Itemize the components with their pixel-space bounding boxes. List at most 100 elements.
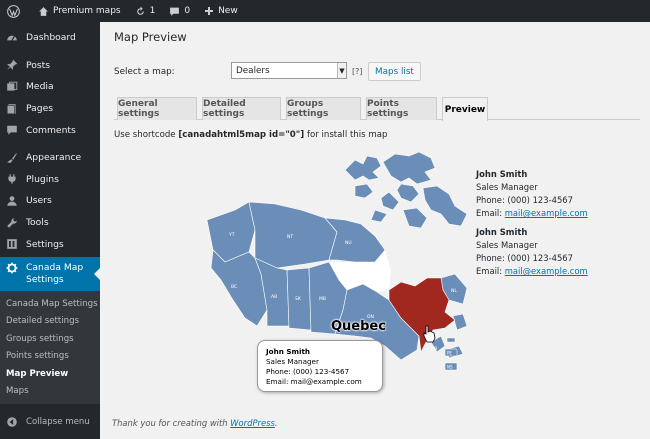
new-label: New [218, 6, 238, 16]
province-label-yt: YT [228, 232, 235, 238]
province-label-nl: NL [451, 288, 457, 294]
contact-title: Sales Manager [476, 240, 538, 250]
admin-sidebar: Dashboard Posts Media Pages Comments App… [0, 22, 100, 439]
map-region [370, 209, 388, 223]
new-content-link[interactable]: New [197, 0, 245, 22]
province-label-nu: NU [345, 240, 352, 246]
shortcode-value: [canadahtml5map id="0"] [178, 130, 305, 140]
updates-link[interactable]: 1 [128, 0, 163, 22]
map-region-pe [446, 337, 456, 343]
comments-count: 0 [184, 6, 191, 16]
contacts-panel: John Smith Sales Manager Phone: (000) 12… [476, 168, 588, 284]
pin-icon [6, 59, 18, 71]
submenu-maps[interactable]: Maps [0, 382, 100, 400]
brush-icon [6, 152, 18, 164]
province-label-bc: BC [231, 284, 237, 290]
main-content: Map Preview Select a map: Dealers ▼ [?] … [100, 22, 650, 439]
settings-icon [6, 238, 18, 250]
sidebar-item-posts[interactable]: Posts [0, 55, 100, 77]
wordpress-icon [7, 4, 20, 18]
wordpress-link[interactable]: WordPress [230, 418, 275, 428]
comments-link[interactable]: 0 [162, 0, 197, 22]
map-region [422, 185, 468, 227]
admin-bar: Premium maps 1 0 New [0, 0, 650, 22]
contact-name: John Smith [476, 227, 528, 237]
refresh-icon [136, 6, 144, 15]
province-label-nb: NB [431, 346, 437, 352]
comment-bubble-icon [170, 7, 180, 16]
contact-email-link[interactable]: mail@example.com [505, 266, 588, 276]
sidebar-item-dashboard[interactable]: Dashboard [0, 27, 100, 49]
maps-list-button[interactable]: Maps list [368, 62, 421, 81]
map-region [402, 207, 428, 229]
submenu: Canada Map Settings Detailed settings Gr… [0, 290, 100, 404]
sidebar-item-canada-map-settings[interactable]: Canada Map Settings [0, 256, 100, 291]
submenu-groups-settings[interactable]: Groups settings [0, 330, 100, 348]
contact-title: Sales Manager [476, 182, 538, 192]
collapse-menu-button[interactable]: Collapse menu [0, 410, 100, 434]
province-label-ab: AB [271, 294, 277, 300]
site-name-link[interactable]: Premium maps [31, 0, 128, 22]
pages-icon [6, 103, 18, 115]
plus-icon [205, 7, 214, 15]
map-region [354, 183, 374, 199]
contact-name: John Smith [476, 169, 528, 179]
sidebar-item-pages[interactable]: Pages [0, 98, 100, 120]
home-icon [39, 6, 48, 16]
comment-icon [6, 124, 18, 136]
shortcode-hint: Use shortcode [canadahtml5map id="0"] fo… [114, 130, 388, 140]
sidebar-item-users[interactable]: Users [0, 190, 100, 212]
tooltip-title: Sales Manager [266, 357, 319, 366]
contact-email-link[interactable]: mail@example.com [505, 208, 588, 218]
active-label-line2: Settings [26, 273, 64, 285]
tab-preview[interactable]: Preview [442, 97, 488, 121]
submenu-map-preview[interactable]: Map Preview [0, 365, 100, 383]
user-icon [6, 195, 18, 207]
submenu-points-settings[interactable]: Points settings [0, 347, 100, 365]
map-region-nl [452, 313, 468, 331]
wordpress-logo[interactable] [0, 0, 31, 22]
chevron-down-icon: ▼ [337, 63, 346, 78]
sidebar-item-plugins[interactable]: Plugins [0, 169, 100, 191]
tab-detailed-settings[interactable]: Detailed settings [202, 97, 281, 120]
dashboard-icon [6, 32, 18, 44]
help-link[interactable]: [?] [352, 67, 363, 76]
tooltip-phone: Phone: (000) 123-4567 [266, 367, 350, 376]
map-region [344, 155, 382, 181]
updates-count: 1 [149, 6, 156, 16]
sidebar-item-media[interactable]: Media [0, 76, 100, 98]
media-icon [6, 81, 18, 93]
contact-phone: Phone: (000) 123-4567 [476, 195, 573, 205]
page-title: Map Preview [114, 30, 187, 44]
province-label-nt: NT [287, 234, 293, 240]
map-select-dropdown[interactable]: Dealers ▼ [231, 62, 347, 79]
map-region [380, 191, 400, 211]
submenu-canada-map-settings[interactable]: Canada Map Settings [0, 295, 100, 313]
sidebar-item-settings[interactable]: Settings [0, 233, 100, 255]
tab-general-settings[interactable]: General settings [117, 97, 197, 120]
contact-phone: Phone: (000) 123-4567 [476, 253, 573, 263]
province-label-mb: MB [319, 296, 326, 302]
gear-icon [6, 262, 18, 274]
contact-card: John Smith Sales Manager Phone: (000) 12… [476, 227, 588, 276]
settings-tabs: General settings Detailed settings Group… [114, 97, 640, 121]
sidebar-item-comments[interactable]: Comments [0, 119, 100, 141]
arctic-islands [344, 151, 468, 229]
map-region [382, 151, 436, 185]
plug-icon [6, 173, 18, 185]
tooltip-email: Email: mail@example.com [266, 377, 362, 386]
tooltip-name: John Smith [266, 347, 311, 356]
wrench-icon [6, 217, 18, 229]
submenu-detailed-settings[interactable]: Detailed settings [0, 312, 100, 330]
badge-ns-label: NS [447, 365, 453, 370]
map-region [396, 183, 420, 203]
sidebar-item-tools[interactable]: Tools [0, 212, 100, 234]
map-select-value: Dealers [236, 65, 270, 76]
collapse-arrow-icon [6, 416, 18, 428]
tab-points-settings[interactable]: Points settings [366, 97, 437, 120]
badge-pe-label: PE [447, 351, 452, 356]
tab-groups-settings[interactable]: Groups settings [286, 97, 361, 120]
active-label-line1: Canada Map [26, 261, 84, 273]
hover-region-label: Quebec [331, 319, 386, 334]
sidebar-item-appearance[interactable]: Appearance [0, 147, 100, 169]
